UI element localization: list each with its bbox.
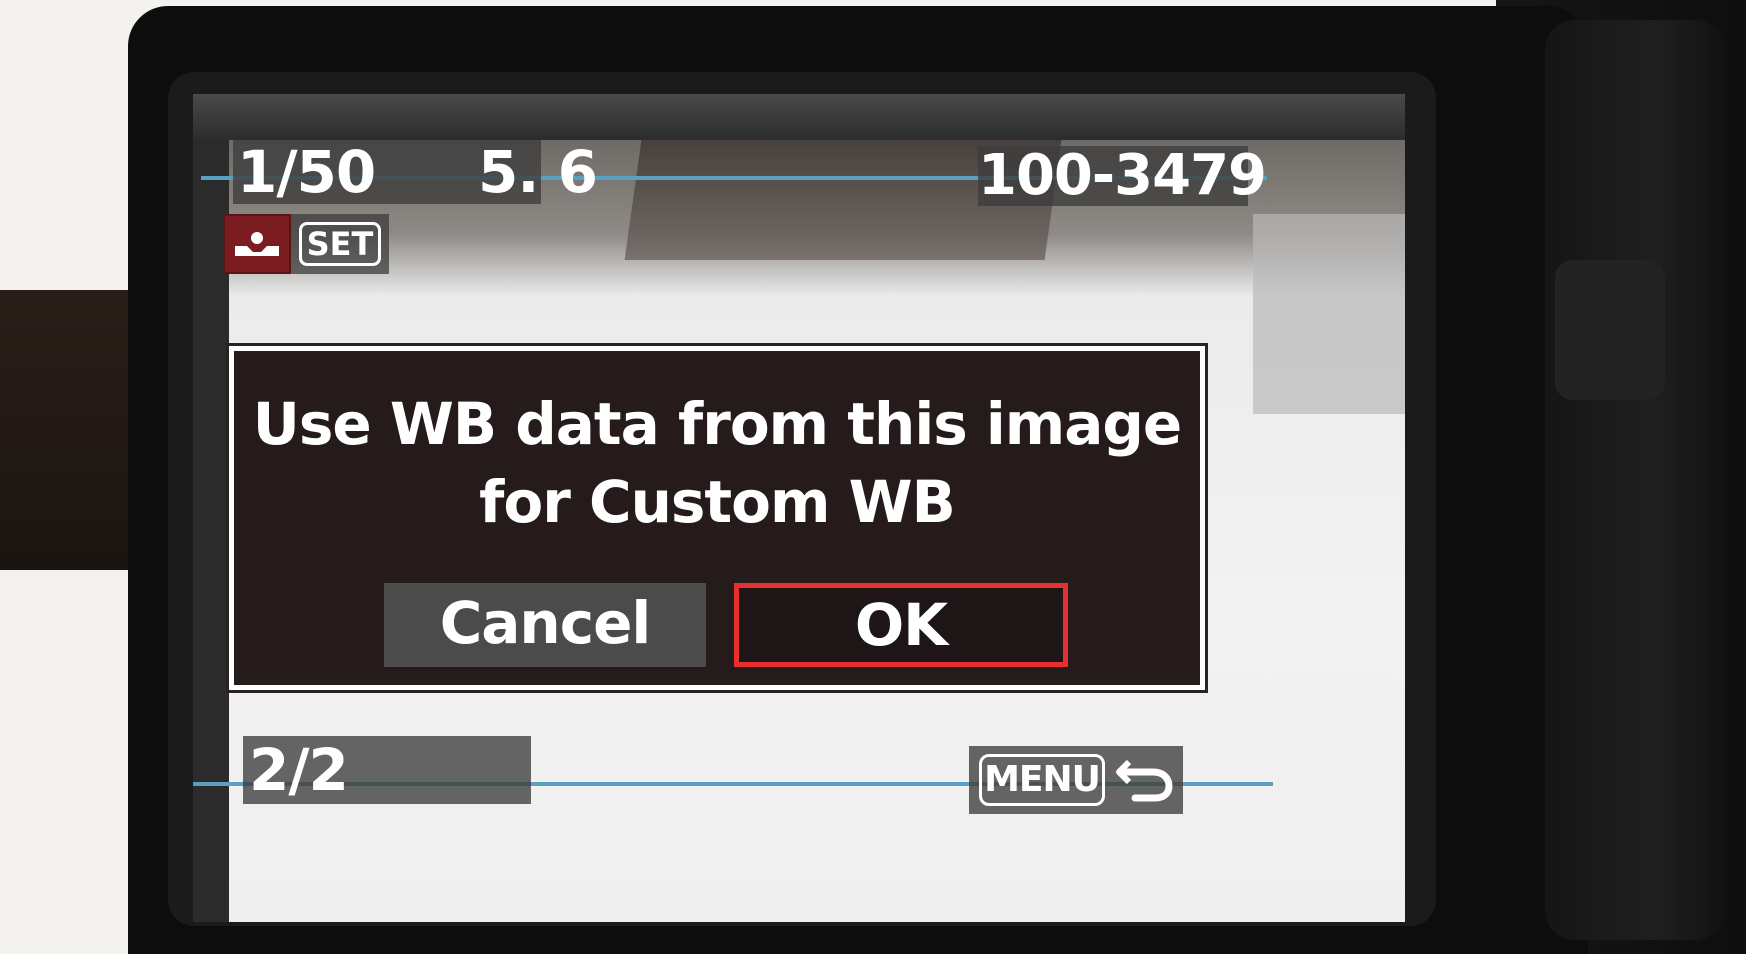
lcd-screen: 1/50 5. 6 100-3479 SET Use WB data from … [193,94,1405,922]
ok-button[interactable]: OK [734,583,1068,667]
playback-image-gray-region [1253,214,1405,414]
custom-wb-dialog: Use WB data from this image for Custom W… [226,343,1208,693]
file-number: 100-3479 [978,143,1267,208]
set-button-hint: SET [291,214,389,274]
return-arrow-icon [1116,759,1173,802]
dialog-message: Use WB data from this image for Custom W… [234,385,1200,541]
shutter-aperture-readout: 1/50 5. 6 [233,138,598,206]
page-indicator: 2/2 [243,736,531,804]
shutter-speed: 1/50 [237,138,376,206]
camera-photo: 1/50 5. 6 100-3479 SET Use WB data from … [0,0,1746,954]
set-label: SET [299,222,381,266]
dialog-message-line-2: for Custom WB [479,468,956,536]
screen-top-edge [193,94,1405,140]
cancel-button[interactable]: Cancel [384,583,706,667]
camera-side-control [1555,260,1665,400]
custom-white-balance-icon [223,214,291,274]
menu-label: MENU [979,754,1105,806]
menu-return-button[interactable]: MENU [969,746,1183,814]
dialog-message-line-1: Use WB data from this image [252,390,1182,458]
aperture-value: 5. 6 [478,138,598,206]
camera-side-grip [1545,20,1725,940]
